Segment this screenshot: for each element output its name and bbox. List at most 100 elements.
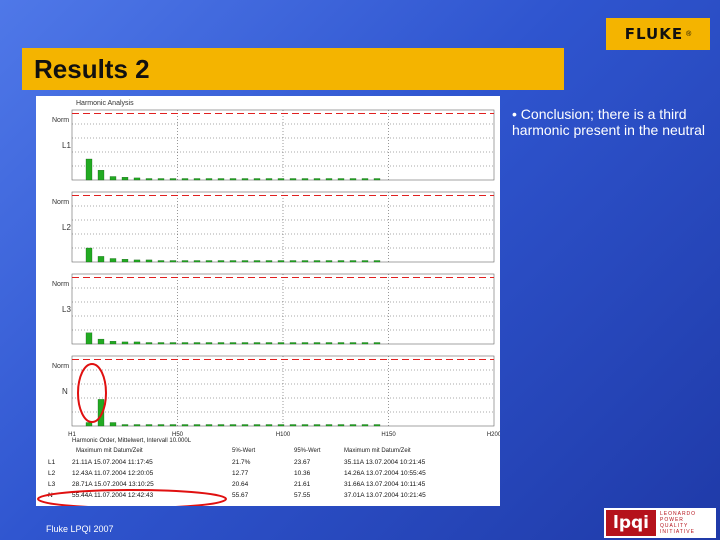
- harmonic-bar: [241, 424, 249, 427]
- harmonic-bar: [169, 178, 177, 181]
- harmonic-bar: [121, 341, 129, 345]
- harmonic-bar: [265, 342, 273, 345]
- table-header: Maximum mit Datum/Zeit: [76, 448, 143, 454]
- harmonic-bar: [85, 332, 93, 345]
- harmonic-bar: [181, 424, 189, 427]
- harmonic-bar: [337, 260, 345, 263]
- harmonic-bar: [205, 178, 213, 181]
- harmonic-bar: [313, 424, 321, 427]
- harmonic-bar: [289, 424, 297, 427]
- harmonic-bar: [241, 260, 249, 263]
- table-cell: 10.36: [294, 470, 311, 477]
- table-cell: 55.67: [232, 492, 249, 499]
- harmonic-bar: [253, 342, 261, 345]
- table-cell: 21.11A 15.07.2004 11:17:45: [72, 459, 153, 466]
- lpqi-line-4: INITIATIVE: [660, 529, 695, 535]
- harmonic-bar: [241, 178, 249, 181]
- harmonic-bar: [277, 260, 285, 263]
- harmonic-bar: [337, 342, 345, 345]
- table-header: 95%-Wert: [294, 448, 321, 454]
- table-cell: 20.64: [232, 481, 249, 488]
- screenshot-header: Harmonic Analysis: [76, 100, 134, 107]
- table-cell: 21.61: [294, 481, 311, 488]
- harmonic-bar: [109, 422, 117, 427]
- harmonic-bar: [193, 178, 201, 181]
- harmonic-bar: [325, 424, 333, 427]
- harmonic-bar: [157, 424, 165, 427]
- harmonic-bar: [181, 178, 189, 181]
- harmonics-screenshot: Harmonic Analysis Norm L1 Norm L2 Norm L3 Norm…: [36, 96, 500, 506]
- harmonic-bar: [133, 341, 141, 345]
- conclusion-bullet: • Conclusion; there is a third harmonic …: [512, 106, 705, 138]
- harmonic-panel-l3: Norm L3: [52, 273, 495, 345]
- harmonic-bar: [193, 342, 201, 345]
- table-cell: 14.26A 13.07.2004 10:55:45: [344, 470, 426, 477]
- harmonic-bar: [277, 342, 285, 345]
- harmonic-bar: [217, 424, 225, 427]
- panel-name: L2: [62, 223, 71, 232]
- harmonic-bar: [325, 260, 333, 263]
- harmonic-bar: [157, 178, 165, 181]
- harmonics-chart: Harmonic Analysis NormL1 Norm L2 Norm L3 Norm…: [37, 100, 500, 506]
- table-cell: 12.77: [232, 470, 249, 477]
- harmonic-bar: [181, 260, 189, 263]
- harmonic-bar: [361, 260, 369, 263]
- harmonic-bar: [97, 256, 105, 263]
- harmonic-bar: [193, 424, 201, 427]
- harmonic-bar: [325, 178, 333, 181]
- table-cell: 55.44A 11.07.2004 12:42:43: [72, 492, 154, 499]
- harmonic-bar: [373, 424, 381, 427]
- harmonic-bar: [133, 424, 141, 427]
- harmonic-bar: [85, 158, 93, 181]
- harmonic-bar: [301, 178, 309, 181]
- table-cell: L2: [48, 470, 56, 477]
- harmonic-bar: [145, 259, 153, 263]
- harmonic-bar: [109, 341, 117, 345]
- harmonic-panel-l1: Norm L1: [52, 109, 495, 181]
- harmonic-bar: [265, 424, 273, 427]
- harmonic-bar: [169, 342, 177, 345]
- harmonic-bar: [337, 178, 345, 181]
- harmonic-bar: [265, 178, 273, 181]
- harmonic-bar: [241, 342, 249, 345]
- harmonic-bar: [97, 338, 105, 345]
- x-tick-label: H150: [381, 432, 396, 438]
- harmonic-bar: [313, 342, 321, 345]
- harmonic-bar: [253, 178, 261, 181]
- table-cell: 31.66A 13.07.2004 10:11:45: [344, 481, 426, 488]
- panel-frame: [71, 191, 495, 263]
- panel-name: L3: [62, 305, 71, 314]
- harmonic-bar: [361, 424, 369, 427]
- panel-frame: [71, 273, 495, 345]
- harmonic-bar: [157, 260, 165, 263]
- panel-name: L1: [62, 141, 71, 150]
- harmonic-bar: [373, 178, 381, 181]
- fluke-logo: FLUKE ®: [606, 18, 710, 50]
- harmonic-bar: [169, 424, 177, 427]
- harmonic-panel-n: Norm N: [52, 355, 495, 427]
- x-tick-label: H200: [487, 432, 500, 438]
- harmonic-bar: [121, 177, 129, 181]
- harmonic-bar: [289, 260, 297, 263]
- harmonic-bar: [217, 342, 225, 345]
- harmonic-bar: [205, 260, 213, 263]
- harmonic-bar: [229, 178, 237, 181]
- harmonic-bar: [349, 424, 357, 427]
- slide-title: Results 2: [34, 54, 150, 84]
- table-cell: 21.7%: [232, 459, 251, 466]
- harmonic-bar: [85, 422, 93, 427]
- axis-label-norm: Norm: [52, 281, 69, 288]
- table-cell: 37.01A 13.07.2004 10:21:45: [344, 492, 426, 499]
- harmonic-bar: [253, 424, 261, 427]
- harmonic-bar: [229, 424, 237, 427]
- harmonic-bar: [313, 178, 321, 181]
- harmonic-bar: [325, 342, 333, 345]
- table-cell: 23.67: [294, 459, 311, 466]
- harmonic-bar: [145, 424, 153, 427]
- panel-frame: [71, 355, 495, 427]
- harmonic-bar: [205, 424, 213, 427]
- harmonic-bar: [301, 424, 309, 427]
- registered-mark: ®: [686, 30, 692, 38]
- harmonic-bar: [337, 424, 345, 427]
- harmonic-bar: [109, 258, 117, 263]
